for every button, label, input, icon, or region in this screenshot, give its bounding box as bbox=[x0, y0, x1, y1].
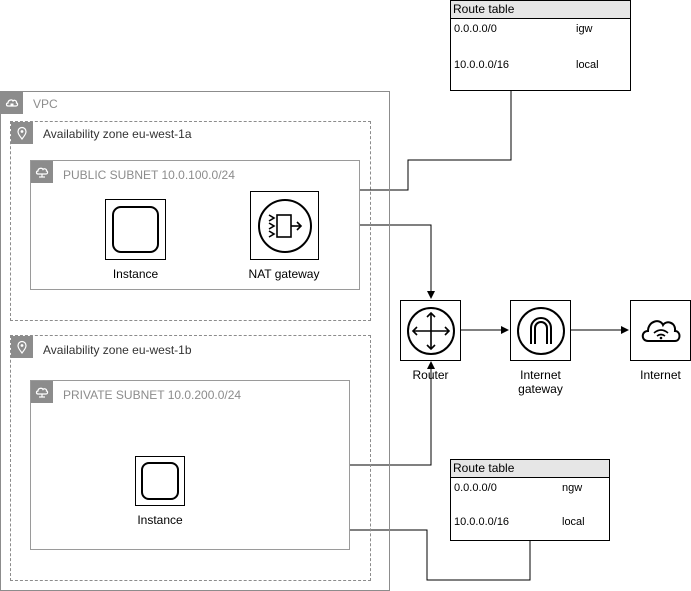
internet-cloud-icon bbox=[641, 319, 680, 342]
route-destination: 10.0.0.0/16 bbox=[454, 59, 510, 71]
public-subnet-label: PUBLIC SUBNET 10.0.100.0/24 bbox=[63, 168, 235, 182]
internet-gateway-icon bbox=[516, 306, 565, 355]
route-target: local bbox=[562, 516, 585, 528]
internet-gateway-node[interactable] bbox=[510, 300, 571, 361]
private-subnet-label: PRIVATE SUBNET 10.0.200.0/24 bbox=[63, 388, 242, 402]
route-target: ngw bbox=[562, 482, 583, 494]
internet-gateway-label-line1: Internet bbox=[520, 368, 561, 382]
location-pin-icon bbox=[11, 122, 33, 144]
vpc-label: VPC bbox=[33, 97, 58, 111]
location-pin-icon bbox=[11, 336, 33, 358]
public-instance-label: Instance bbox=[112, 267, 159, 281]
route-target: local bbox=[576, 59, 599, 71]
instance-icon bbox=[112, 206, 159, 253]
instance-icon bbox=[141, 462, 179, 500]
route-table-private: Route table 0.0.0.0/0 ngw 10.0.0.0/16 lo… bbox=[450, 459, 610, 541]
private-instance-label: Instance bbox=[137, 513, 183, 527]
router-label: Router bbox=[412, 368, 449, 382]
internet-gateway-label-line2: gateway bbox=[518, 382, 563, 396]
router-icon bbox=[406, 306, 455, 355]
route-table-title: Route table bbox=[451, 1, 630, 19]
availability-zone-a-label: Availability zone eu-west-1a bbox=[43, 127, 192, 141]
subnet-cloud-icon bbox=[31, 381, 53, 403]
router-node[interactable] bbox=[400, 300, 461, 361]
internet-label: Internet bbox=[640, 368, 681, 382]
availability-zone-b-label: Availability zone eu-west-1b bbox=[43, 343, 192, 357]
nat-gateway-label: NAT gateway bbox=[248, 267, 320, 281]
route-table-title: Route table bbox=[451, 460, 609, 478]
internet-node[interactable] bbox=[630, 300, 691, 361]
route-destination: 0.0.0.0/0 bbox=[454, 23, 497, 35]
route-destination: 0.0.0.0/0 bbox=[454, 482, 497, 494]
cloud-lock-icon bbox=[1, 92, 23, 114]
public-instance-node[interactable] bbox=[105, 199, 166, 260]
route-target: igw bbox=[576, 23, 593, 35]
route-table-public: Route table 0.0.0.0/0 igw 10.0.0.0/16 lo… bbox=[450, 0, 631, 91]
private-instance-node[interactable] bbox=[135, 456, 185, 506]
nat-gateway-icon bbox=[257, 198, 312, 253]
route-destination: 10.0.0.0/16 bbox=[454, 516, 510, 528]
subnet-cloud-icon bbox=[31, 161, 53, 183]
nat-gateway-node[interactable] bbox=[250, 191, 319, 260]
